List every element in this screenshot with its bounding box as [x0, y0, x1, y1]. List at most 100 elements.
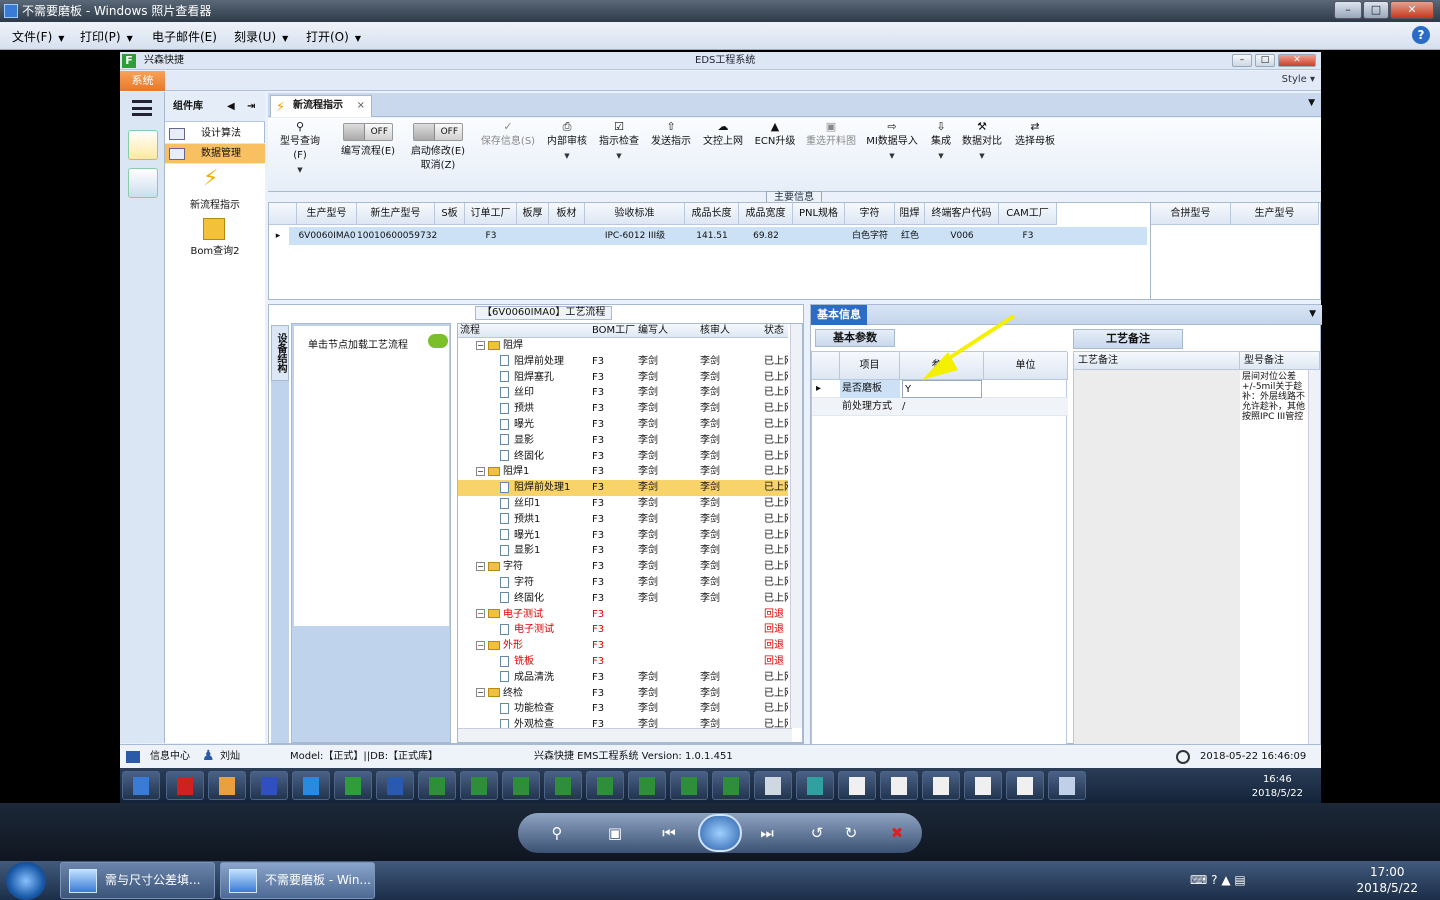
enable-edit-toggle[interactable]: OFF 启动修改(E) 取消(Z)	[406, 121, 470, 173]
info-center[interactable]: 信息中心	[150, 745, 190, 769]
inner-taskbar-button[interactable]	[922, 771, 960, 800]
device-structure-tab[interactable]: 设备结构	[271, 325, 289, 381]
inner-taskbar-button[interactable]	[670, 771, 708, 800]
process-remark-text[interactable]	[1074, 370, 1240, 744]
expand-icon[interactable]: −	[476, 340, 485, 350]
menu-print[interactable]: 打印(P) ▼	[80, 28, 133, 45]
choose-mother-button[interactable]: ⇄ 选择母板	[1012, 121, 1058, 149]
tree-node[interactable]: −字符F3李剑李剑已上网	[458, 559, 788, 575]
remark-scrollbar[interactable]	[1308, 370, 1320, 744]
tree-node[interactable]: 终固化F3李剑李剑已上网	[458, 449, 788, 465]
bom-query-label[interactable]: Bom查询2	[165, 242, 265, 257]
compare-button[interactable]: ⚒ 数据对比 ▼	[960, 121, 1004, 163]
collapse-left-icon[interactable]: ◀	[227, 92, 235, 122]
tree-node[interactable]: 阻焊前处理F3李剑李剑已上网	[458, 354, 788, 370]
tree-node[interactable]: 预烘F3李剑李剑已上网	[458, 401, 788, 417]
col-header[interactable]: 单位	[984, 352, 1068, 380]
rotate-right-icon[interactable]: ↻	[840, 824, 862, 842]
inner-taskbar-button[interactable]	[880, 771, 918, 800]
inner-taskbar-button[interactable]	[754, 771, 792, 800]
tree-node[interactable]: 曝光1F3李剑李剑已上网	[458, 528, 788, 544]
col-header[interactable]: 流程	[460, 324, 480, 338]
tree-node[interactable]: 丝印F3李剑李剑已上网	[458, 385, 788, 401]
basic-params-tab[interactable]: 基本参数	[815, 329, 895, 347]
taskbar-item-active[interactable]: 不需要磨板 - Win...	[220, 862, 375, 899]
hamburger-icon[interactable]	[132, 100, 152, 116]
col-header[interactable]: 参数	[900, 352, 984, 380]
inner-taskbar-button[interactable]	[460, 771, 498, 800]
tree-node[interactable]: −终检F3李剑李剑已上网	[458, 686, 788, 702]
collect-button[interactable]: ⇩ 集成 ▼	[926, 121, 956, 163]
process-remark-tab[interactable]: 工艺备注	[1073, 329, 1183, 349]
upload-web-button[interactable]: ☁ 文控上网	[700, 121, 746, 149]
inner-taskbar-button[interactable]	[628, 771, 666, 800]
check-button[interactable]: ☑ 指示检查 ▼	[596, 121, 642, 163]
tree-node[interactable]: 显影F3李剑李剑已上网	[458, 433, 788, 449]
tab-new-flow[interactable]: ⚡ 新流程指示 ×	[270, 95, 372, 117]
table-row[interactable]: 前处理方式 /	[812, 398, 1068, 416]
maximize-button[interactable]: □	[1363, 1, 1389, 19]
tree-node[interactable]: 显影1F3李剑李剑已上网	[458, 543, 788, 559]
tree-node[interactable]: 终固化F3李剑李剑已上网	[458, 591, 788, 607]
col-header[interactable]: 阻焊	[895, 203, 925, 225]
tree-horizontal-scrollbar[interactable]	[458, 728, 792, 742]
internal-review-button[interactable]: ⎙ 内部审核 ▼	[544, 121, 590, 163]
style-dropdown[interactable]: Style ▾	[1282, 74, 1315, 85]
col-header[interactable]: 验收标准	[585, 203, 685, 225]
col-header[interactable]: 订单工厂	[465, 203, 517, 225]
inner-taskbar-button[interactable]	[122, 771, 160, 800]
tree-node[interactable]: 曝光F3李剑李剑已上网	[458, 417, 788, 433]
tree-node[interactable]: 预烘1F3李剑李剑已上网	[458, 512, 788, 528]
tree-node[interactable]: 丝印1F3李剑李剑已上网	[458, 496, 788, 512]
system-clock[interactable]: 17:00 2018/5/22	[1356, 864, 1418, 896]
expand-icon[interactable]: −	[476, 688, 485, 698]
zoom-icon[interactable]: ⚲	[546, 824, 568, 842]
actual-size-icon[interactable]: ▣	[604, 824, 626, 842]
model-remark-text[interactable]: 层间对位公差+/-5mil关于趁补：外层线路不允许趁补，其他按照IPC III管…	[1240, 370, 1308, 744]
inner-taskbar-button[interactable]	[586, 771, 624, 800]
tree-node[interactable]: 电子测试 F3 回退	[458, 622, 788, 638]
col-header[interactable]: 生产型号	[1231, 203, 1319, 225]
tree-node[interactable]: − 外形 F3 回退	[458, 638, 788, 654]
app-minimize-button[interactable]: –	[1232, 54, 1252, 67]
col-header[interactable]: 生产型号	[297, 203, 357, 225]
basic-info-tab[interactable]: 基本信息	[811, 305, 867, 325]
delete-icon[interactable]: ✖	[886, 824, 908, 842]
inner-taskbar-button[interactable]	[1048, 771, 1086, 800]
inner-taskbar-button[interactable]	[418, 771, 456, 800]
tree-vertical-scrollbar[interactable]	[790, 324, 802, 728]
tree-node[interactable]: − 电子测试 F3 回退	[458, 607, 788, 623]
menu-burn[interactable]: 刻录(U) ▼	[234, 28, 288, 45]
col-header[interactable]: BOM工厂	[592, 324, 635, 338]
menu-open[interactable]: 打开(O) ▼	[306, 28, 361, 45]
inner-taskbar-button[interactable]	[796, 771, 834, 800]
col-header[interactable]: 成品宽度	[739, 203, 793, 225]
new-flow-label[interactable]: 新流程指示	[165, 196, 265, 211]
tree-node[interactable]: 字符F3李剑李剑已上网	[458, 575, 788, 591]
col-header[interactable]: 板厚	[517, 203, 549, 225]
col-header[interactable]: 成品长度	[685, 203, 739, 225]
tree-node[interactable]: − 阻焊	[458, 338, 788, 354]
expand-icon[interactable]: −	[476, 609, 485, 619]
app-restore-button[interactable]: □	[1255, 54, 1275, 67]
expand-icon[interactable]: −	[476, 466, 485, 476]
send-button[interactable]: ⇧ 发送指示	[648, 121, 694, 149]
col-header[interactable]: 板材	[549, 203, 585, 225]
col-header[interactable]: 编写人	[638, 324, 668, 338]
col-header[interactable]: CAM工厂	[999, 203, 1057, 225]
tree-node[interactable]: 阻焊塞孔F3李剑李剑已上网	[458, 370, 788, 386]
col-header[interactable]: PNL规格	[793, 203, 845, 225]
col-header[interactable]: 状态	[764, 324, 784, 338]
tree-node[interactable]: 功能检查F3李剑李剑已上网	[458, 701, 788, 717]
inner-taskbar-button[interactable]	[712, 771, 750, 800]
save-info-button[interactable]: ✓ 保存信息(S)	[478, 121, 538, 149]
mi-import-button[interactable]: ⇨ MI数据导入 ▼	[864, 121, 920, 163]
col-header[interactable]: 核审人	[700, 324, 730, 338]
chevron-down-icon[interactable]: ▼	[1309, 309, 1316, 319]
minimize-button[interactable]: –	[1334, 1, 1362, 19]
inner-taskbar-button[interactable]	[964, 771, 1002, 800]
slideshow-button[interactable]	[698, 814, 742, 852]
folder-icon[interactable]	[203, 218, 225, 240]
table-row[interactable]: ▸ 是否磨板 Y	[812, 380, 1068, 398]
inner-taskbar-button[interactable]	[250, 771, 288, 800]
